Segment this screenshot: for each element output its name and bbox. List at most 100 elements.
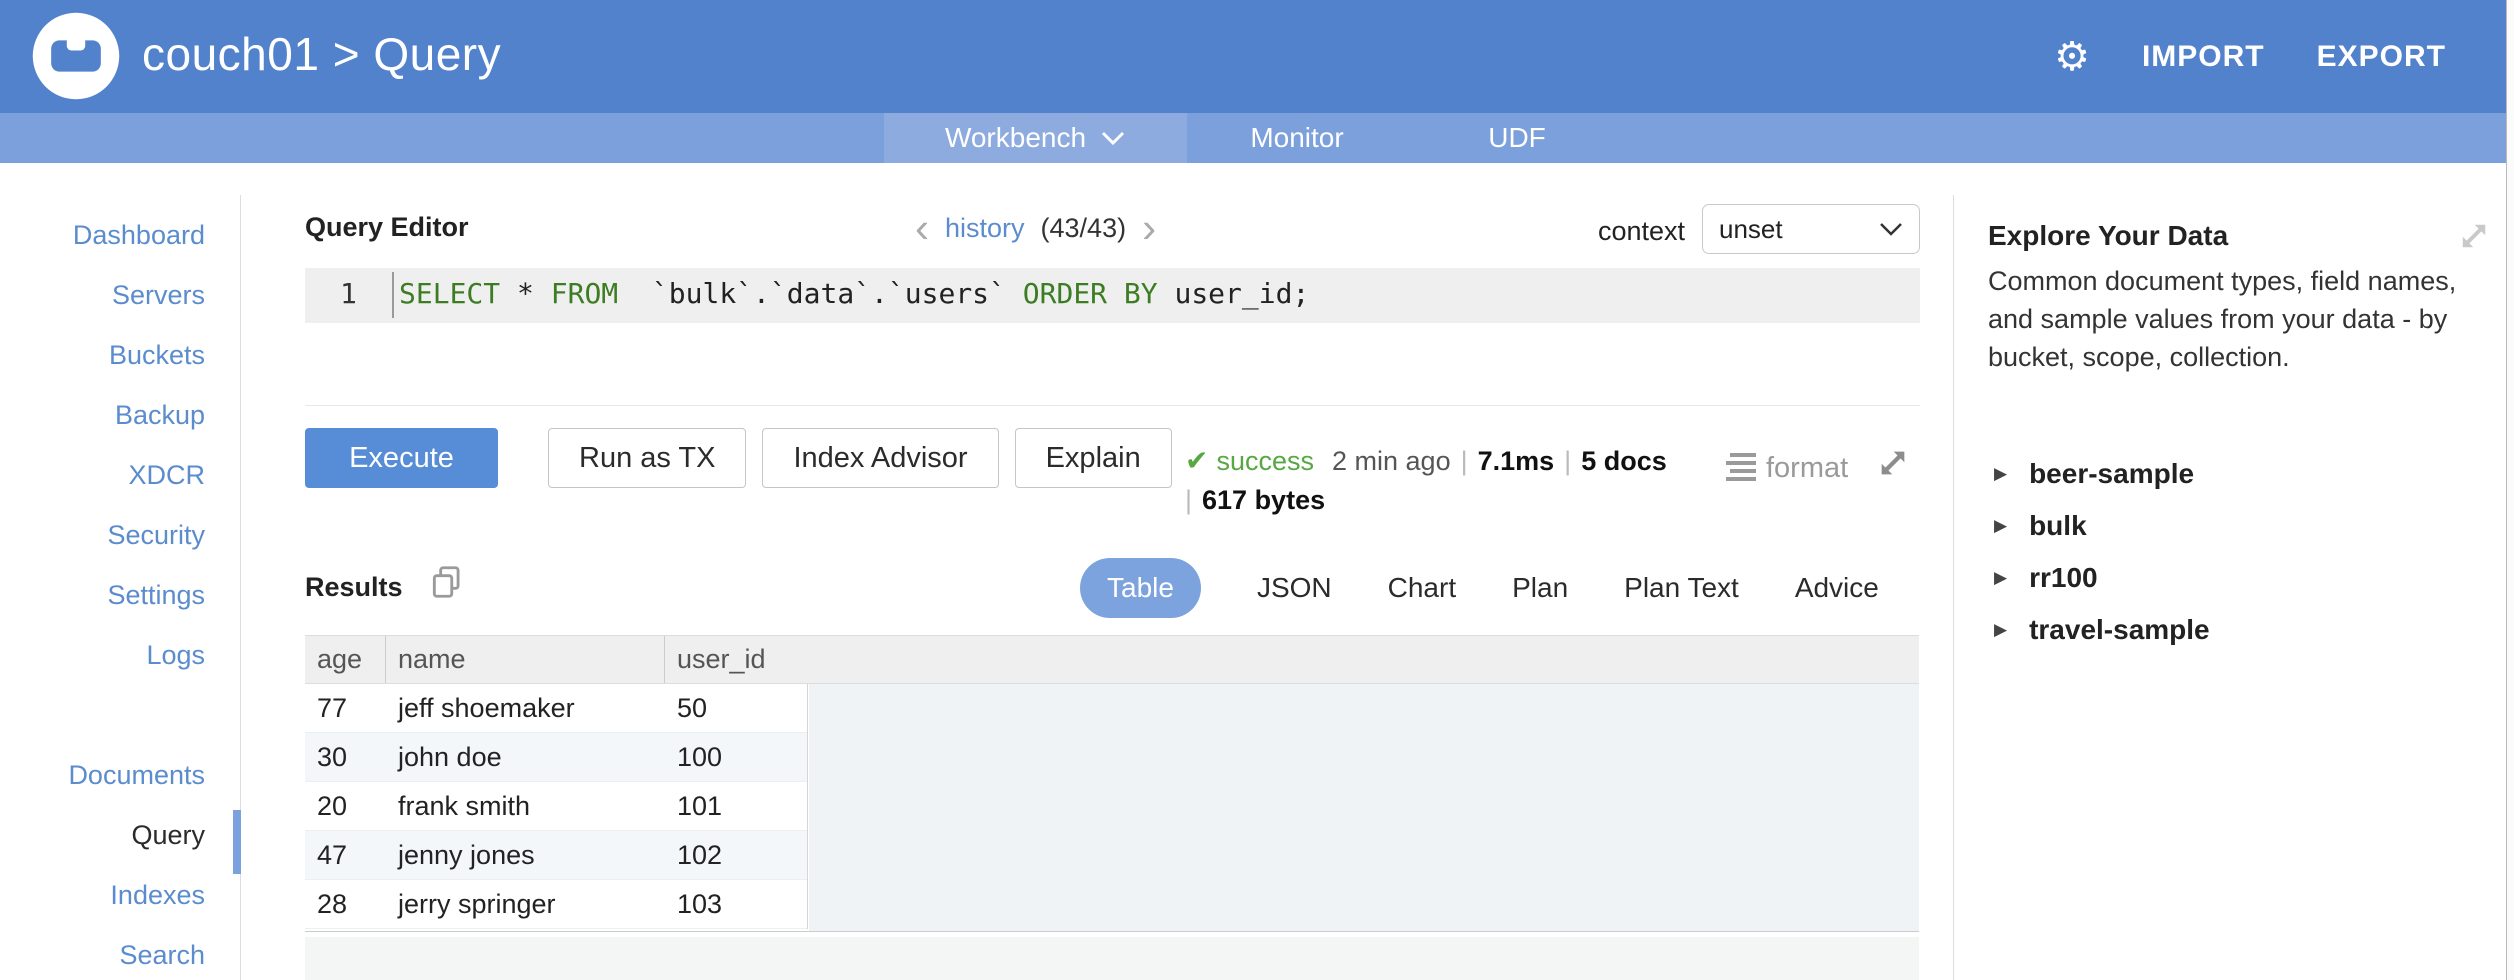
sidebar-active-indicator xyxy=(233,810,241,874)
tab-json[interactable]: JSON xyxy=(1257,572,1332,604)
status-line-2: | 617 bytes xyxy=(1185,481,1667,520)
sql-keyword: ORDER BY xyxy=(1023,277,1158,310)
status-time: 2 min ago xyxy=(1332,446,1451,476)
index-advisor-button[interactable]: Index Advisor xyxy=(762,428,998,488)
bucket-rr100[interactable]: ▶ rr100 xyxy=(1994,552,2210,604)
results-table-header: age name user_id xyxy=(305,635,1919,684)
app-header: couch01 > Query ⚙ IMPORT EXPORT xyxy=(0,0,2506,113)
query-code-editor[interactable]: 1 SELECT * FROM `bulk`.`data`.`users` OR… xyxy=(305,265,1920,406)
tab-udf[interactable]: UDF xyxy=(1407,113,1627,163)
table-row[interactable]: 30 john doe 100 xyxy=(305,733,807,782)
tab-advice[interactable]: Advice xyxy=(1795,572,1879,604)
tab-workbench-label: Workbench xyxy=(945,122,1086,154)
query-actions: Execute Run as TX Index Advisor Explain xyxy=(305,428,1188,488)
sidebar-item-settings[interactable]: Settings xyxy=(0,565,205,625)
results-scroll-area xyxy=(305,937,1919,980)
sidebar-item-logs[interactable]: Logs xyxy=(0,625,205,685)
bucket-label: travel-sample xyxy=(2029,614,2210,646)
tab-workbench[interactable]: Workbench xyxy=(884,113,1187,163)
tab-chart[interactable]: Chart xyxy=(1388,572,1456,604)
table-row[interactable]: 20 frank smith 101 xyxy=(305,782,807,831)
bucket-label: beer-sample xyxy=(2029,458,2194,490)
expand-triangle-icon[interactable]: ▶ xyxy=(1994,464,2007,484)
explore-expand-icon[interactable] xyxy=(2456,218,2492,254)
results-tabs: Table JSON Chart Plan Plan Text Advice xyxy=(1080,557,1879,619)
sidebar-item-security[interactable]: Security xyxy=(0,505,205,565)
import-button[interactable]: IMPORT xyxy=(2142,40,2265,74)
bucket-beer-sample[interactable]: ▶ beer-sample xyxy=(1994,448,2210,500)
sidebar-item-backup[interactable]: Backup xyxy=(0,385,205,445)
sidebar-item-query[interactable]: Query xyxy=(0,805,205,865)
explain-button[interactable]: Explain xyxy=(1015,428,1172,488)
page-scrollbar[interactable] xyxy=(2506,0,2514,980)
sidebar-item-documents[interactable]: Documents xyxy=(0,745,205,805)
cell-user-id: 101 xyxy=(665,782,807,830)
status-separator: | xyxy=(1185,485,1192,515)
expand-triangle-icon[interactable]: ▶ xyxy=(1994,568,2007,588)
table-row[interactable]: 28 jerry springer 103 xyxy=(305,880,807,929)
format-button[interactable]: format xyxy=(1726,452,1848,485)
cell-age: 47 xyxy=(305,831,386,879)
sidebar-item-buckets[interactable]: Buckets xyxy=(0,325,205,385)
results-table-bottom-border xyxy=(305,931,1919,932)
tab-monitor[interactable]: Monitor xyxy=(1187,113,1407,163)
sql-text: `bulk`.`data`.`users` xyxy=(618,277,1023,310)
cell-name: jerry springer xyxy=(386,880,665,928)
header-actions: ⚙ IMPORT EXPORT xyxy=(2054,0,2446,113)
column-header-name[interactable]: name xyxy=(386,636,665,683)
settings-gear-icon[interactable]: ⚙ xyxy=(2054,37,2090,77)
tab-plan[interactable]: Plan xyxy=(1512,572,1568,604)
results-table-side-panel xyxy=(809,684,1919,931)
query-editor-title: Query Editor xyxy=(305,212,469,243)
cell-age: 77 xyxy=(305,684,386,732)
sql-keyword: FROM xyxy=(551,277,618,310)
success-check-icon: ✔ xyxy=(1185,445,1208,476)
export-button[interactable]: EXPORT xyxy=(2317,40,2446,74)
bucket-travel-sample[interactable]: ▶ travel-sample xyxy=(1994,604,2210,656)
cell-age: 20 xyxy=(305,782,386,830)
sidebar-item-xdcr[interactable]: XDCR xyxy=(0,445,205,505)
status-duration: 7.1ms xyxy=(1478,446,1555,476)
column-header-age[interactable]: age xyxy=(305,636,386,683)
cell-name: jenny jones xyxy=(386,831,665,879)
sidebar-item-dashboard[interactable]: Dashboard xyxy=(0,205,205,265)
bucket-label: bulk xyxy=(2029,510,2087,542)
tab-udf-label: UDF xyxy=(1488,122,1546,154)
status-result: success xyxy=(1216,446,1314,476)
sidebar-item-indexes[interactable]: Indexes xyxy=(0,865,205,925)
tab-monitor-label: Monitor xyxy=(1250,122,1343,154)
execute-button[interactable]: Execute xyxy=(305,428,498,488)
query-text: SELECT * FROM `bulk`.`data`.`users` ORDE… xyxy=(399,277,1309,310)
column-header-user-id[interactable]: user_id xyxy=(665,636,1919,683)
table-row[interactable]: 47 jenny jones 102 xyxy=(305,831,807,880)
expand-triangle-icon[interactable]: ▶ xyxy=(1994,516,2007,536)
copy-results-icon[interactable] xyxy=(428,563,466,601)
format-lines-icon xyxy=(1726,453,1756,485)
tab-plan-text[interactable]: Plan Text xyxy=(1624,572,1739,604)
couchbase-logo-icon[interactable] xyxy=(30,10,122,102)
format-label: format xyxy=(1766,452,1848,485)
table-row[interactable]: 77 jeff shoemaker 50 xyxy=(305,684,807,733)
cell-name: jeff shoemaker xyxy=(386,684,665,732)
status-separator: | xyxy=(1564,446,1571,476)
bucket-bulk[interactable]: ▶ bulk xyxy=(1994,500,2210,552)
page-title: couch01 > Query xyxy=(142,0,501,113)
sidebar-item-servers[interactable]: Servers xyxy=(0,265,205,325)
sidebar-item-search[interactable]: Search xyxy=(0,925,205,980)
tab-table[interactable]: Table xyxy=(1080,558,1201,618)
history-link[interactable]: history xyxy=(945,213,1025,244)
cell-user-id: 103 xyxy=(665,880,807,928)
context-select[interactable]: unset xyxy=(1702,204,1920,254)
history-next-icon[interactable]: › xyxy=(1142,208,1156,248)
status-line-1: ✔success2 min ago|7.1ms|5 docs xyxy=(1185,441,1667,481)
sql-text: user_id; xyxy=(1158,277,1310,310)
status-bytes: 617 bytes xyxy=(1202,485,1325,515)
run-as-tx-button[interactable]: Run as TX xyxy=(548,428,746,488)
expand-triangle-icon[interactable]: ▶ xyxy=(1994,620,2007,640)
cell-user-id: 50 xyxy=(665,684,807,732)
select-chevron-icon xyxy=(1879,222,1903,237)
editor-expand-icon[interactable] xyxy=(1876,446,1910,480)
history-prev-icon[interactable]: ‹ xyxy=(915,208,929,248)
cell-user-id: 100 xyxy=(665,733,807,781)
bucket-label: rr100 xyxy=(2029,562,2098,594)
